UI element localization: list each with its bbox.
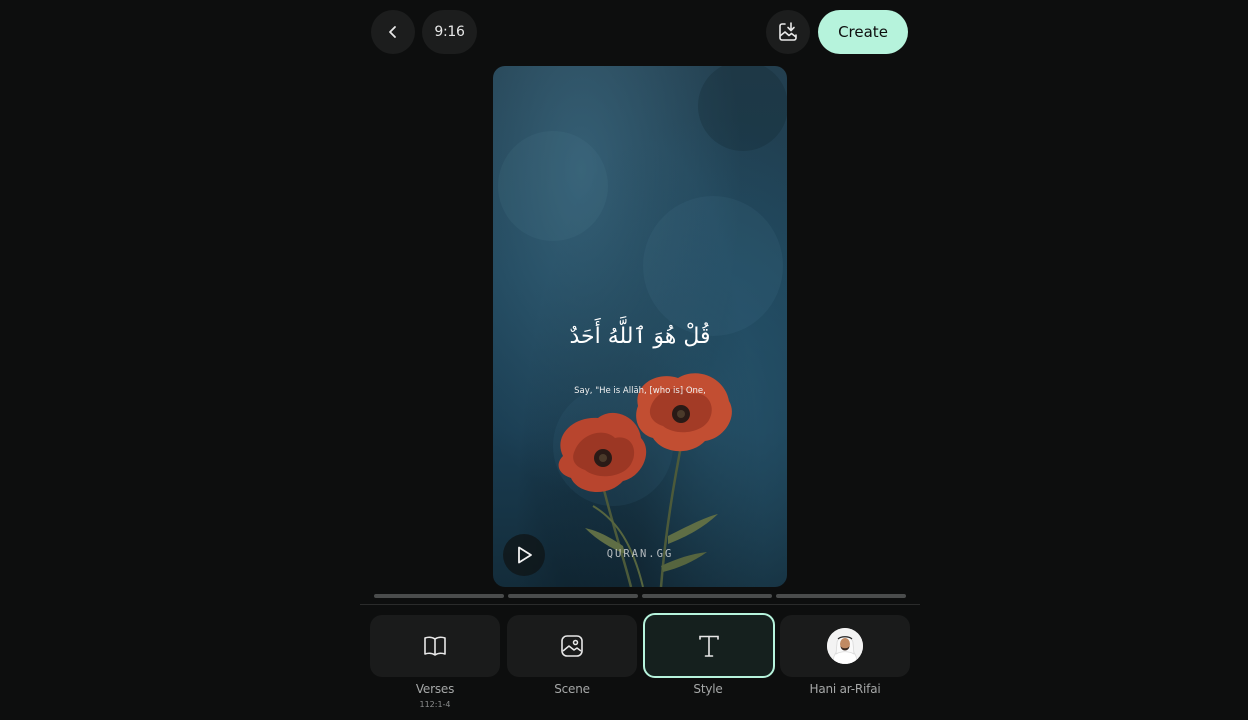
- save-image-button[interactable]: [766, 10, 810, 54]
- tab-scene[interactable]: [507, 615, 637, 677]
- create-button-label: Create: [838, 23, 888, 41]
- text-icon: [699, 635, 719, 657]
- reciter-avatar: [827, 628, 863, 664]
- reciter-avatar-image: [827, 628, 863, 664]
- aspect-ratio-button[interactable]: 9:16: [422, 10, 477, 54]
- divider: [360, 604, 920, 605]
- play-icon: [518, 546, 532, 564]
- tab-verses-sublabel: 112:1-4: [419, 700, 451, 709]
- tab-style[interactable]: [643, 613, 775, 678]
- chevron-left-icon: [389, 26, 396, 38]
- progress-segment[interactable]: [508, 594, 638, 598]
- image-icon: [561, 635, 583, 657]
- editor-app: 9:16 Create قُلْ هُوَ ٱللَّهُ أَحَدٌ Say…: [0, 0, 1248, 720]
- tab-verses-label: Verses: [415, 682, 455, 696]
- progress-segment[interactable]: [374, 594, 504, 598]
- tab-scene-label: Scene: [554, 682, 590, 696]
- tab-reciter[interactable]: [780, 615, 910, 677]
- arabic-verse-text: قُلْ هُوَ ٱللَّهُ أَحَدٌ: [569, 324, 711, 349]
- verse-translation-text: Say, "He is Allāh, [who is] One,: [574, 386, 706, 396]
- image-download-icon: [779, 22, 797, 41]
- create-button[interactable]: Create: [818, 10, 908, 54]
- back-button[interactable]: [371, 10, 415, 54]
- progress-segment[interactable]: [642, 594, 772, 598]
- tab-style-label: Style: [693, 682, 723, 696]
- play-button[interactable]: [503, 534, 545, 576]
- tab-reciter-label: Hani ar-Rifai: [809, 682, 881, 696]
- video-preview[interactable]: قُلْ هُوَ ٱللَّهُ أَحَدٌ Say, "He is All…: [493, 66, 787, 587]
- tab-verses[interactable]: [370, 615, 500, 677]
- book-icon: [424, 636, 446, 656]
- progress-segment[interactable]: [776, 594, 906, 598]
- aspect-ratio-label: 9:16: [434, 24, 465, 40]
